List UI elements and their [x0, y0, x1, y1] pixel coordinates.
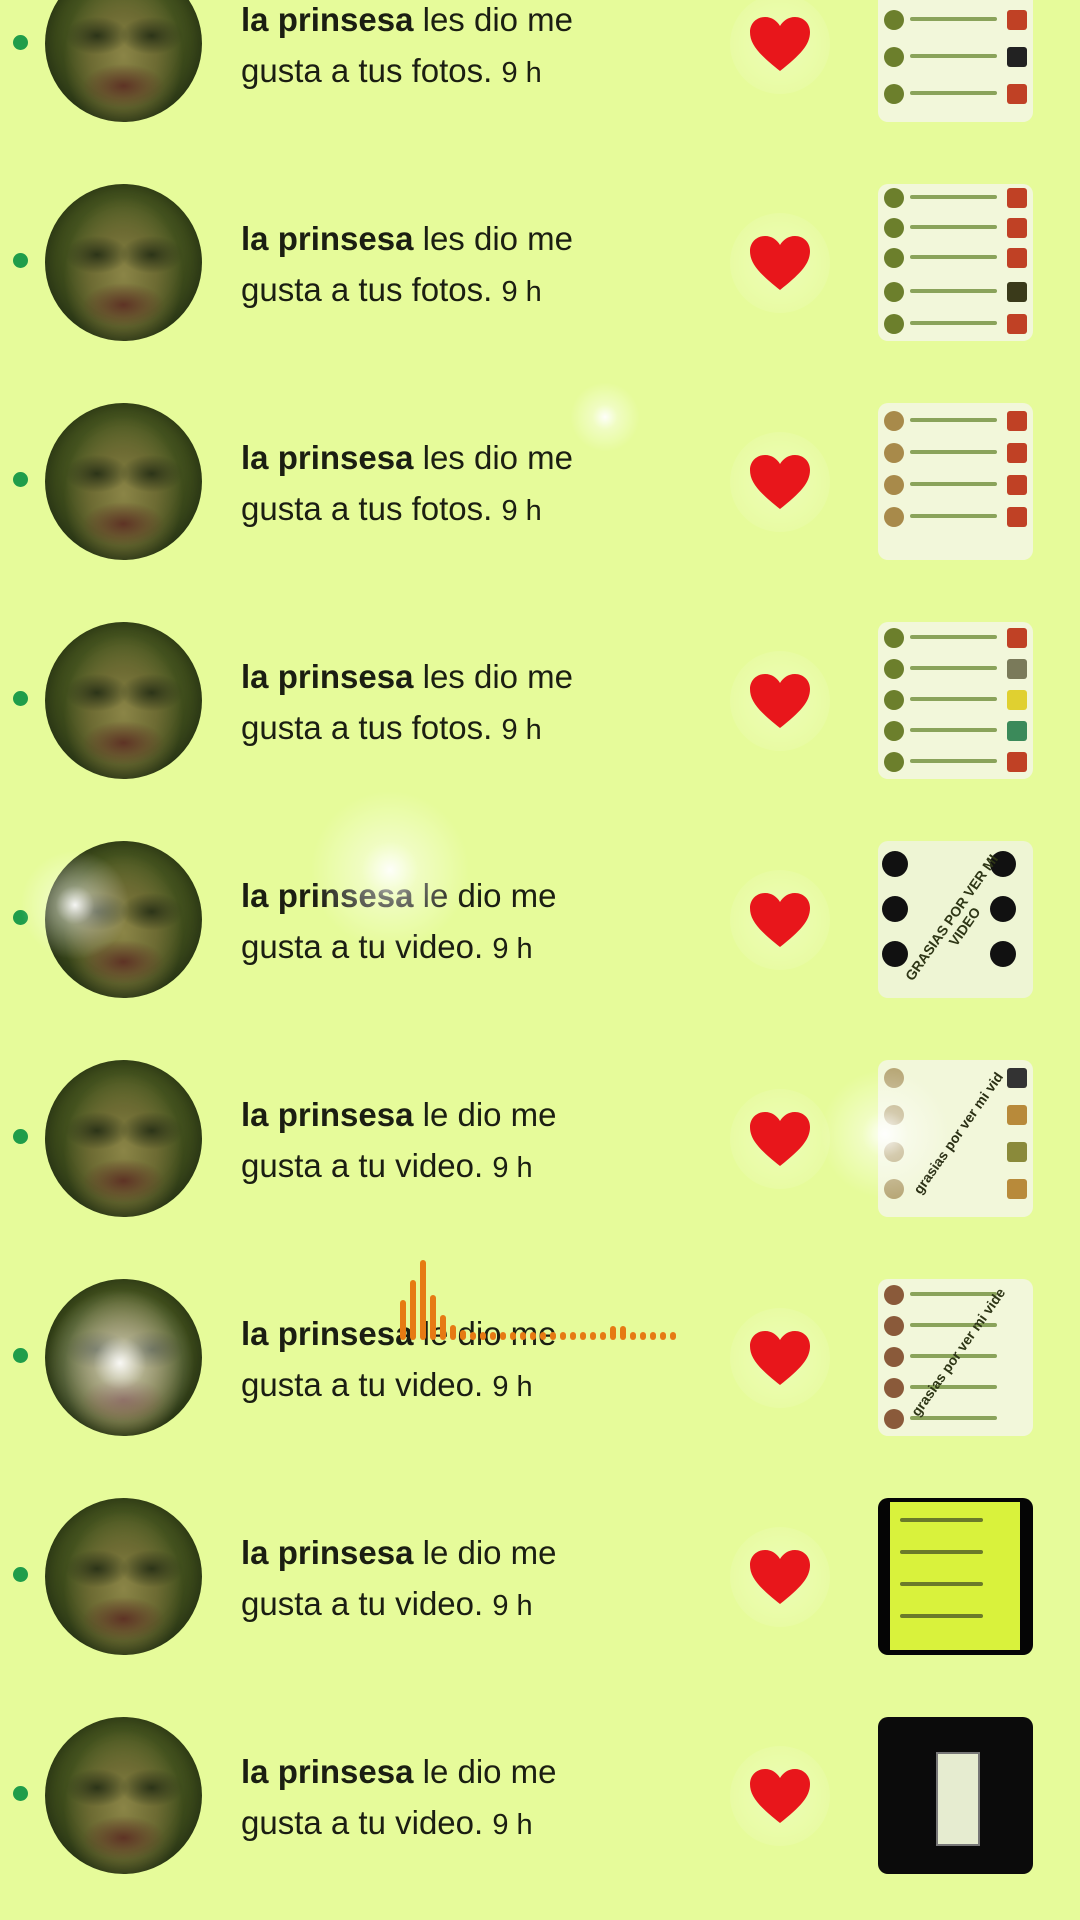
sparkle-effect [310, 790, 470, 950]
video-thumbnail[interactable]: grasias por ver mi vide [878, 1279, 1033, 1436]
notification-row[interactable]: la prinsesa les dio me gusta a tus fotos… [0, 0, 1080, 153]
notification-row[interactable]: la prinsesa le dio me gusta a tu video. … [0, 1467, 1080, 1686]
heart-icon [750, 1769, 810, 1823]
unread-dot-icon [13, 253, 28, 268]
unread-dot-icon [13, 1567, 28, 1582]
like-indicator [730, 1308, 830, 1408]
sparkle-effect [20, 850, 130, 960]
sparkle-effect [570, 382, 640, 452]
like-indicator [730, 1746, 830, 1846]
notification-text: la prinsesa le dio me gusta a tu video. … [241, 1527, 641, 1632]
avatar[interactable] [45, 184, 202, 341]
avatar[interactable] [45, 622, 202, 779]
notification-text: la prinsesa les dio me gusta a tus fotos… [241, 213, 641, 318]
like-indicator [730, 0, 830, 94]
notification-time: 9 h [492, 1152, 533, 1184]
post-thumbnail[interactable] [878, 184, 1033, 341]
video-thumbnail[interactable] [878, 1717, 1033, 1874]
avatar[interactable] [45, 1717, 202, 1874]
unread-dot-icon [13, 691, 28, 706]
heart-icon [750, 674, 810, 728]
post-thumbnail[interactable] [878, 403, 1033, 560]
like-indicator [730, 651, 830, 751]
avatar[interactable] [45, 0, 202, 122]
unread-dot-icon [13, 1786, 28, 1801]
unread-dot-icon [13, 35, 28, 50]
user-name[interactable]: la prinsesa [241, 1753, 413, 1790]
user-name[interactable]: la prinsesa [241, 439, 413, 476]
like-indicator [730, 1527, 830, 1627]
unread-dot-icon [13, 1348, 28, 1363]
audio-waveform [395, 1250, 695, 1340]
heart-icon [750, 17, 810, 71]
avatar[interactable] [45, 1498, 202, 1655]
post-thumbnail[interactable] [878, 622, 1033, 779]
user-name[interactable]: la prinsesa [241, 1534, 413, 1571]
unread-dot-icon [13, 1129, 28, 1144]
notification-text: la prinsesa les dio me gusta a tus fotos… [241, 651, 641, 756]
notification-time: 9 h [501, 57, 542, 89]
notification-time: 9 h [492, 1371, 533, 1403]
notifications-list: la prinsesa les dio me gusta a tus fotos… [0, 0, 1080, 1920]
notification-time: 9 h [501, 714, 542, 746]
heart-icon [750, 455, 810, 509]
notification-text: la prinsesa les dio me gusta a tus fotos… [241, 432, 641, 537]
heart-icon [750, 1112, 810, 1166]
user-name[interactable]: la prinsesa [241, 220, 413, 257]
user-name[interactable]: la prinsesa [241, 658, 413, 695]
user-name[interactable]: la prinsesa [241, 1, 413, 38]
user-name[interactable]: la prinsesa [241, 1315, 413, 1352]
like-indicator [730, 870, 830, 970]
notification-row[interactable]: la prinsesa le dio me gusta a tu video. … [0, 1029, 1080, 1248]
notification-row[interactable]: la prinsesa le dio me gusta a tu video. … [0, 1686, 1080, 1905]
post-thumbnail[interactable] [878, 0, 1033, 122]
unread-dot-icon [13, 472, 28, 487]
user-name[interactable]: la prinsesa [241, 1096, 413, 1133]
notification-row[interactable]: la prinsesa le dio me gusta a tu video. … [0, 790, 1080, 1029]
avatar[interactable] [45, 1060, 202, 1217]
notification-text: la prinsesa le dio me gusta a tu video. … [241, 1089, 641, 1194]
video-thumbnail[interactable]: GRASIAS POR VER MI VIDEO [878, 841, 1033, 998]
heart-icon [750, 1550, 810, 1604]
notification-row[interactable]: la prinsesa les dio me gusta a tus fotos… [0, 153, 1080, 372]
sparkle-effect [820, 1069, 950, 1199]
notification-time: 9 h [492, 933, 533, 965]
like-indicator [730, 213, 830, 313]
notification-time: 9 h [492, 1590, 533, 1622]
notification-time: 9 h [501, 276, 542, 308]
heart-icon [750, 236, 810, 290]
avatar[interactable] [45, 403, 202, 560]
notification-row[interactable]: la prinsesa les dio me gusta a tus fotos… [0, 591, 1080, 810]
heart-icon [750, 1331, 810, 1385]
notification-time: 9 h [501, 495, 542, 527]
notification-row[interactable]: la prinsesa les dio me gusta a tus fotos… [0, 372, 1080, 591]
video-thumbnail[interactable] [878, 1498, 1033, 1655]
notification-text: la prinsesa le dio me gusta a tu video. … [241, 1746, 641, 1851]
like-indicator [730, 432, 830, 532]
notification-text: la prinsesa les dio me gusta a tus fotos… [241, 0, 641, 99]
heart-icon [750, 893, 810, 947]
like-indicator [730, 1089, 830, 1189]
notification-time: 9 h [492, 1809, 533, 1841]
sparkle-effect [45, 1288, 195, 1438]
